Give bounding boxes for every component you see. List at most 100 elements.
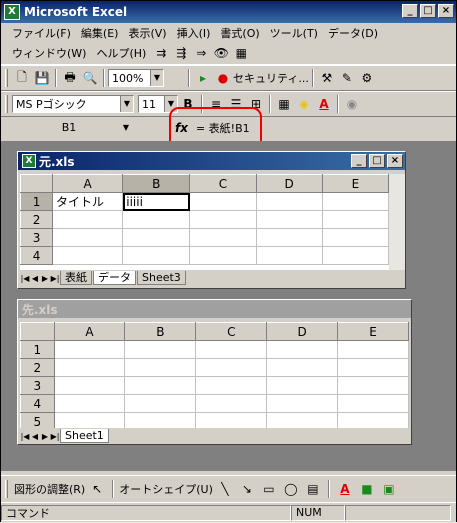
cell[interactable] [255,192,323,211]
column-header[interactable]: C [189,174,257,193]
cell[interactable] [124,340,197,359]
column-header[interactable]: B [124,322,197,341]
cell[interactable] [321,192,389,211]
cell[interactable] [189,228,257,247]
maximize-button[interactable]: □ [420,4,436,18]
cell[interactable] [122,210,191,229]
options-icon[interactable]: ◉ [342,94,362,114]
cell[interactable] [266,412,339,428]
select-objects-icon[interactable]: ↖ [87,479,107,499]
save-icon[interactable]: 💾 [32,68,52,88]
cell[interactable] [337,340,409,359]
select-all-corner[interactable] [20,322,55,341]
line-icon[interactable]: ╲ [215,479,235,499]
cell[interactable] [53,340,126,359]
sheet-tab[interactable]: Sheet3 [137,271,186,285]
cell[interactable] [266,358,339,377]
security-button[interactable]: セキュリティ... [233,70,309,86]
first-sheet-icon[interactable]: |◀ [20,432,30,441]
menu-file[interactable]: ファイル(F) [7,25,76,41]
cell[interactable] [53,358,126,377]
minimize-button[interactable]: _ [351,154,367,168]
source-sheet-grid[interactable]: A B C D E 1 タイトル iiiii 2 3 4 [20,174,389,270]
fill-color-icon[interactable]: ◈ [294,94,314,114]
arrow-icon[interactable]: ↘ [237,479,257,499]
close-button[interactable]: × [387,154,403,168]
cell[interactable] [337,412,409,428]
close-button[interactable]: × [438,4,454,18]
cell[interactable] [255,246,323,265]
menu-view[interactable]: 表示(V) [123,25,171,41]
3d-icon[interactable]: ▣ [379,479,399,499]
cell[interactable] [255,228,323,247]
cell[interactable] [53,394,126,413]
print-icon[interactable]: 🖶 [60,68,80,88]
sheet-tab[interactable]: 表紙 [60,271,92,285]
column-header[interactable]: E [321,174,389,193]
name-box[interactable]: B1 ▼ [5,119,133,137]
cell[interactable] [195,340,268,359]
rectangle-icon[interactable]: ▭ [259,479,279,499]
row-header[interactable]: 4 [20,246,54,265]
cell[interactable] [53,376,126,395]
column-header[interactable]: C [195,322,268,341]
cell[interactable] [124,376,197,395]
cell[interactable] [189,210,257,229]
cell[interactable] [124,412,197,428]
cell[interactable] [321,210,389,229]
draw-menu-button[interactable]: 図形の調整(R) [14,481,85,497]
last-sheet-icon[interactable]: ▶| [50,274,60,283]
cell[interactable] [124,358,197,377]
cell-a1[interactable]: タイトル [52,192,124,211]
chevron-down-icon[interactable]: ▼ [119,119,133,137]
cell[interactable] [266,340,339,359]
cell[interactable] [52,228,124,247]
cell[interactable] [52,246,124,265]
control-toolbox-icon[interactable]: ⚒ [317,68,337,88]
menu-window[interactable]: ウィンドウ(W) [7,45,91,61]
print-preview-icon[interactable]: 🔍 [80,68,100,88]
cell[interactable] [337,394,409,413]
autoshape-menu-button[interactable]: オートシェイプ(U) [119,481,213,497]
cell[interactable] [124,394,197,413]
record-icon[interactable]: ● [213,68,233,88]
column-header[interactable]: D [255,174,323,193]
select-all-corner[interactable] [20,174,54,193]
cell[interactable] [266,394,339,413]
cell[interactable] [337,358,409,377]
column-header[interactable]: E [337,322,409,341]
prev-sheet-icon[interactable]: ◀ [30,274,40,283]
first-sheet-icon[interactable]: |◀ [20,274,30,283]
minimize-button[interactable]: _ [402,4,418,18]
copy-window-icon[interactable]: ▦ [231,43,251,63]
cell[interactable] [195,358,268,377]
maximize-button[interactable]: □ [369,154,385,168]
cell[interactable] [189,246,257,265]
row-header[interactable]: 1 [20,192,54,211]
cell[interactable] [122,228,191,247]
row-header[interactable]: 1 [20,340,55,359]
menu-insert[interactable]: 挿入(I) [172,25,216,41]
vertical-scrollbar[interactable] [389,174,405,270]
row-header[interactable]: 2 [20,358,55,377]
cell[interactable] [195,394,268,413]
row-header[interactable]: 5 [20,412,55,428]
menu-data[interactable]: データ(D) [323,25,383,41]
chevron-down-icon[interactable]: ▼ [120,96,133,112]
toolbar-grip[interactable] [5,69,8,87]
oval-icon[interactable]: ◯ [281,479,301,499]
menu-help[interactable]: ヘルプ(H) [91,45,151,61]
cell[interactable] [255,210,323,229]
row-header[interactable]: 3 [20,228,54,247]
sheet-tab-active[interactable]: Sheet1 [60,429,109,443]
font-name-select[interactable]: MS Pゴシック ▼ [12,95,134,113]
menu-edit[interactable]: 編集(E) [76,25,124,41]
cell[interactable] [53,412,126,428]
shadow-icon[interactable]: ■ [357,479,377,499]
run-icon[interactable]: ▸ [193,68,213,88]
column-header[interactable]: A [52,174,124,193]
next-sheet-icon[interactable]: ▶ [40,274,50,283]
row-header[interactable]: 3 [20,376,55,395]
cell[interactable] [195,376,268,395]
last-sheet-icon[interactable]: ▶| [50,432,60,441]
